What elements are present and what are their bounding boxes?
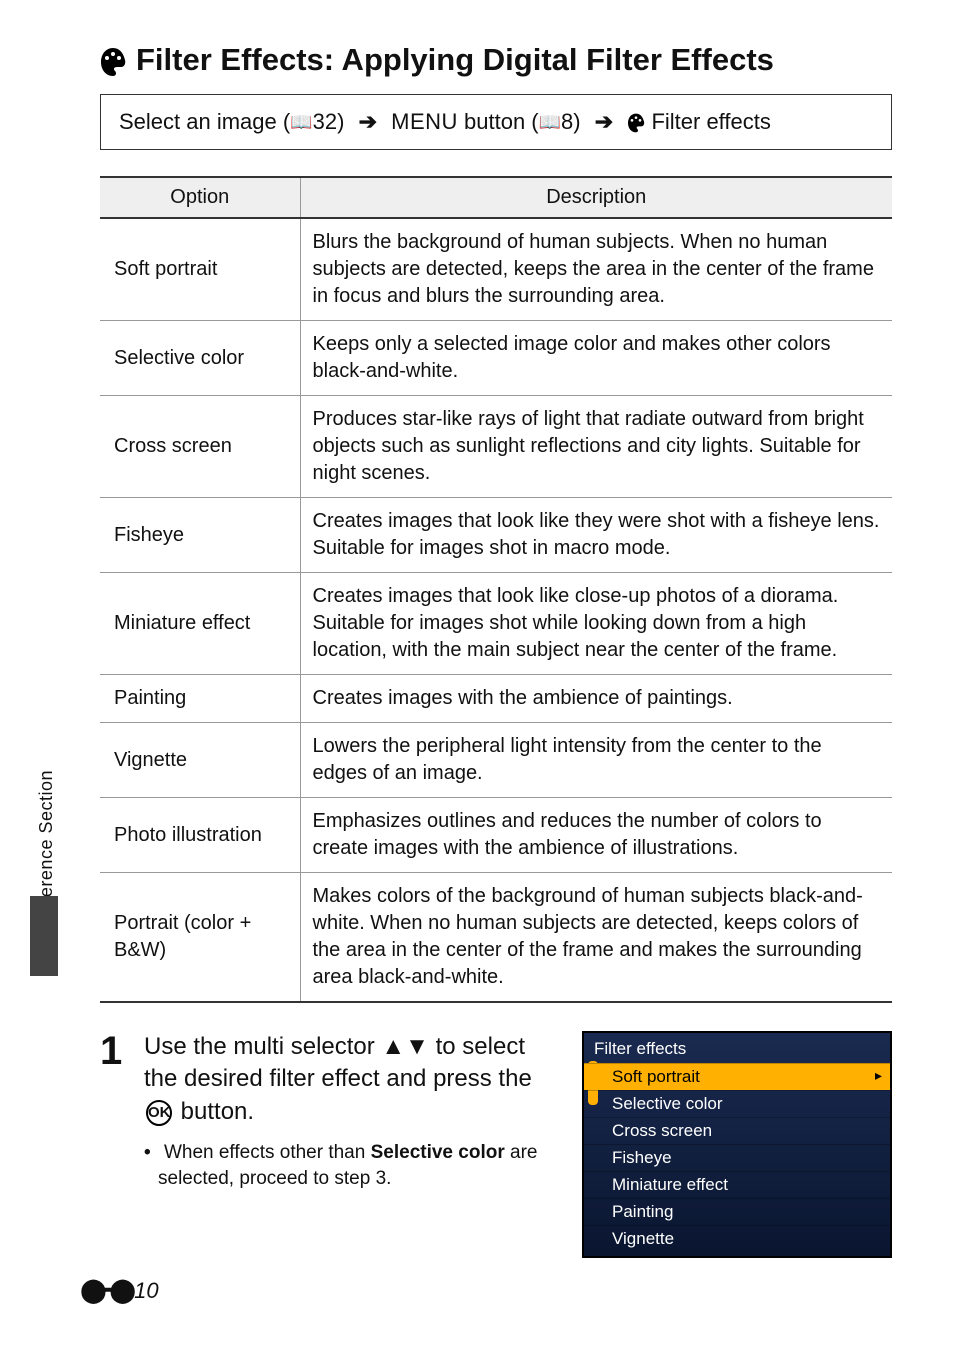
option-name: Fisheye <box>100 498 300 573</box>
step-instruction: Use the multi selector ▲▼ to select the … <box>144 1031 564 1128</box>
page-number: 10 <box>134 1278 158 1304</box>
option-description: Lowers the peripheral light intensity fr… <box>300 723 892 798</box>
breadcrumb-bar: Select an image (📖32) ➔ MENU button (📖8)… <box>100 94 892 150</box>
option-description: Blurs the background of human subjects. … <box>300 218 892 321</box>
option-description: Creates images that look like they were … <box>300 498 892 573</box>
menu-item: Vignette <box>584 1225 890 1252</box>
arrow-icon: ➔ <box>595 109 613 134</box>
table-row: Cross screenProduces star-like rays of l… <box>100 396 892 498</box>
arrow-icon: ➔ <box>359 109 377 134</box>
book-icon: 📖 <box>539 112 561 132</box>
palette-icon <box>100 42 126 78</box>
col-header-description: Description <box>300 177 892 218</box>
table-row: FisheyeCreates images that look like the… <box>100 498 892 573</box>
bullet-bold: Selective color <box>371 1142 505 1163</box>
step-text: Use the multi selector <box>144 1033 381 1060</box>
option-description: Creates images that look like close-up p… <box>300 573 892 675</box>
bullet-text: When effects other than <box>164 1142 371 1163</box>
option-name: Selective color <box>100 321 300 396</box>
menu-item: Miniature effect <box>584 1171 890 1198</box>
camera-menu-screenshot: Filter effects Soft portraitSelective co… <box>582 1031 892 1258</box>
table-row: Photo illustrationEmphasizes outlines an… <box>100 798 892 873</box>
menu-title: Filter effects <box>584 1033 890 1063</box>
title-text: Filter Effects: Applying Digital Filter … <box>136 42 774 78</box>
option-description: Emphasizes outlines and reduces the numb… <box>300 798 892 873</box>
table-row: Selective colorKeeps only a selected ima… <box>100 321 892 396</box>
options-table: Option Description Soft portraitBlurs th… <box>100 176 892 1003</box>
table-row: Soft portraitBlurs the background of hum… <box>100 218 892 321</box>
table-row: VignetteLowers the peripheral light inte… <box>100 723 892 798</box>
option-name: Cross screen <box>100 396 300 498</box>
menu-item: Soft portrait <box>584 1063 890 1090</box>
menu-item: Painting <box>584 1198 890 1225</box>
side-tab-marker <box>30 896 58 976</box>
book-icon: 📖 <box>290 112 312 132</box>
palette-icon <box>627 109 645 134</box>
option-name: Vignette <box>100 723 300 798</box>
page-footer: ⬤━⬤ 10 <box>80 1276 159 1305</box>
table-row: PaintingCreates images with the ambience… <box>100 675 892 723</box>
option-name: Portrait (color + B&W) <box>100 873 300 1003</box>
menu-item: Fisheye <box>584 1144 890 1171</box>
reference-section-icon: ⬤━⬤ <box>80 1276 130 1305</box>
step-bullet: When effects other than Selective color … <box>158 1140 564 1191</box>
option-name: Soft portrait <box>100 218 300 321</box>
option-name: Miniature effect <box>100 573 300 675</box>
menu-item: Selective color <box>584 1090 890 1117</box>
option-description: Makes colors of the background of human … <box>300 873 892 1003</box>
option-name: Painting <box>100 675 300 723</box>
table-row: Miniature effectCreates images that look… <box>100 573 892 675</box>
breadcrumb-ref: 32 <box>313 109 337 134</box>
breadcrumb-text: button ( <box>458 109 539 134</box>
up-down-icon: ▲▼ <box>381 1033 429 1060</box>
ok-button-icon: OK <box>146 1100 172 1126</box>
option-description: Produces star-like rays of light that ra… <box>300 396 892 498</box>
page-title: Filter Effects: Applying Digital Filter … <box>100 42 892 78</box>
option-description: Creates images with the ambience of pain… <box>300 675 892 723</box>
breadcrumb-text: Filter effects <box>651 109 770 134</box>
step-number: 1 <box>100 1031 144 1258</box>
step-text: button. <box>174 1098 254 1125</box>
option-name: Photo illustration <box>100 798 300 873</box>
table-row: Portrait (color + B&W)Makes colors of th… <box>100 873 892 1003</box>
option-description: Keeps only a selected image color and ma… <box>300 321 892 396</box>
breadcrumb-ref: 8 <box>561 109 573 134</box>
menu-item: Cross screen <box>584 1117 890 1144</box>
menu-glyph: MENU <box>391 109 458 134</box>
col-header-option: Option <box>100 177 300 218</box>
breadcrumb-text: Select an image ( <box>119 109 290 134</box>
